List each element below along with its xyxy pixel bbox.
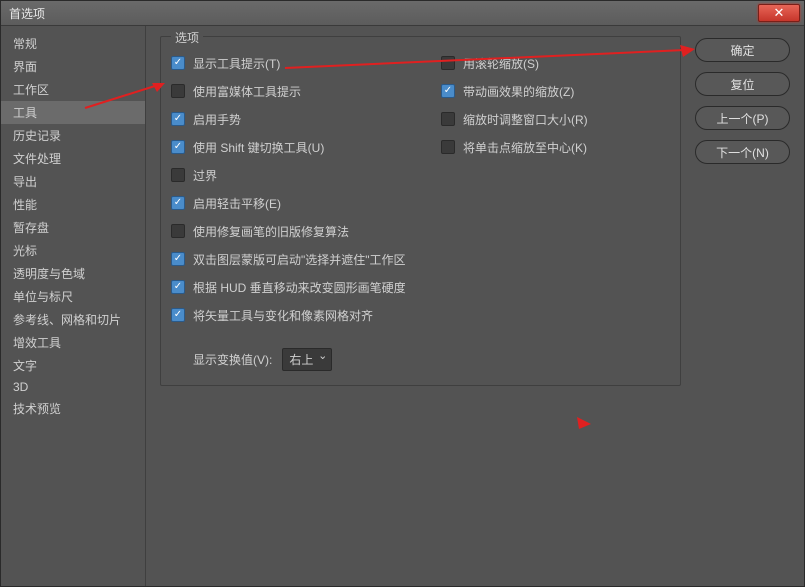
option-label: 将矢量工具与变化和像素网格对齐 — [193, 307, 373, 324]
option-row: 缩放时调整窗口大小(R) — [441, 110, 588, 128]
transform-select[interactable]: 右上 — [282, 348, 332, 371]
option-label: 启用轻击平移(E) — [193, 195, 281, 212]
option-row: 用滚轮缩放(S) — [441, 54, 588, 72]
checkbox[interactable] — [171, 140, 185, 154]
sidebar-item[interactable]: 透明度与色域 — [1, 262, 145, 285]
checkbox[interactable] — [441, 140, 455, 154]
option-label: 过界 — [193, 167, 217, 184]
sidebar-item[interactable]: 历史记录 — [1, 124, 145, 147]
sidebar-item[interactable]: 性能 — [1, 193, 145, 216]
sidebar-item[interactable]: 工作区 — [1, 78, 145, 101]
window-title: 首选项 — [9, 5, 45, 22]
sidebar-item[interactable]: 增效工具 — [1, 331, 145, 354]
option-row: 将矢量工具与变化和像素网格对齐 — [171, 306, 441, 324]
sidebar-item[interactable]: 文件处理 — [1, 147, 145, 170]
transform-value: 右上 — [289, 353, 313, 367]
option-label: 显示工具提示(T) — [193, 55, 280, 72]
option-label: 根据 HUD 垂直移动来改变圆形画笔硬度 — [193, 279, 406, 296]
checkbox[interactable] — [171, 224, 185, 238]
transform-label: 显示变换值(V): — [193, 351, 272, 368]
prev-button[interactable]: 上一个(P) — [695, 106, 790, 130]
sidebar-item[interactable]: 技术预览 — [1, 397, 145, 420]
sidebar-item[interactable]: 界面 — [1, 55, 145, 78]
checkbox[interactable] — [441, 84, 455, 98]
checkbox[interactable] — [171, 196, 185, 210]
sidebar-item[interactable]: 文字 — [1, 354, 145, 377]
sidebar-item[interactable]: 3D — [1, 377, 145, 397]
checkbox[interactable] — [171, 308, 185, 322]
option-label: 双击图层蒙版可启动"选择并遮住"工作区 — [193, 251, 406, 268]
checkbox[interactable] — [171, 56, 185, 70]
checkbox[interactable] — [171, 168, 185, 182]
ok-button[interactable]: 确定 — [695, 38, 790, 62]
panel-title: 选项 — [171, 29, 203, 46]
option-label: 将单击点缩放至中心(K) — [463, 139, 587, 156]
close-button[interactable]: ✕ — [758, 4, 800, 22]
checkbox[interactable] — [171, 84, 185, 98]
titlebar: 首选项 ✕ — [1, 1, 804, 26]
next-button[interactable]: 下一个(N) — [695, 140, 790, 164]
sidebar-item[interactable]: 暂存盘 — [1, 216, 145, 239]
option-row: 显示工具提示(T) — [171, 54, 441, 72]
options-panel: 选项 显示工具提示(T)使用富媒体工具提示启用手势使用 Shift 键切换工具(… — [160, 36, 681, 386]
close-icon: ✕ — [774, 5, 785, 21]
option-row: 使用修复画笔的旧版修复算法 — [171, 222, 441, 240]
option-row: 根据 HUD 垂直移动来改变圆形画笔硬度 — [171, 278, 441, 296]
option-row: 过界 — [171, 166, 441, 184]
checkbox[interactable] — [441, 112, 455, 126]
option-row: 带动画效果的缩放(Z) — [441, 82, 588, 100]
option-label: 使用修复画笔的旧版修复算法 — [193, 223, 349, 240]
option-label: 用滚轮缩放(S) — [463, 55, 539, 72]
option-row: 使用富媒体工具提示 — [171, 82, 441, 100]
sidebar-item[interactable]: 参考线、网格和切片 — [1, 308, 145, 331]
checkbox[interactable] — [171, 280, 185, 294]
sidebar-item[interactable]: 单位与标尺 — [1, 285, 145, 308]
option-label: 使用 Shift 键切换工具(U) — [193, 139, 324, 156]
sidebar: 常规界面工作区工具历史记录文件处理导出性能暂存盘光标透明度与色域单位与标尺参考线… — [1, 26, 146, 586]
option-label: 缩放时调整窗口大小(R) — [463, 111, 588, 128]
option-label: 使用富媒体工具提示 — [193, 83, 301, 100]
reset-button[interactable]: 复位 — [695, 72, 790, 96]
sidebar-item[interactable]: 工具 — [1, 101, 145, 124]
sidebar-item[interactable]: 常规 — [1, 32, 145, 55]
checkbox[interactable] — [171, 252, 185, 266]
checkbox[interactable] — [171, 112, 185, 126]
option-row: 启用手势 — [171, 110, 441, 128]
option-row: 使用 Shift 键切换工具(U) — [171, 138, 441, 156]
option-row: 双击图层蒙版可启动"选择并遮住"工作区 — [171, 250, 441, 268]
option-row: 启用轻击平移(E) — [171, 194, 441, 212]
option-label: 启用手势 — [193, 111, 241, 128]
sidebar-item[interactable]: 导出 — [1, 170, 145, 193]
checkbox[interactable] — [441, 56, 455, 70]
option-row: 将单击点缩放至中心(K) — [441, 138, 588, 156]
sidebar-item[interactable]: 光标 — [1, 239, 145, 262]
option-label: 带动画效果的缩放(Z) — [463, 83, 574, 100]
